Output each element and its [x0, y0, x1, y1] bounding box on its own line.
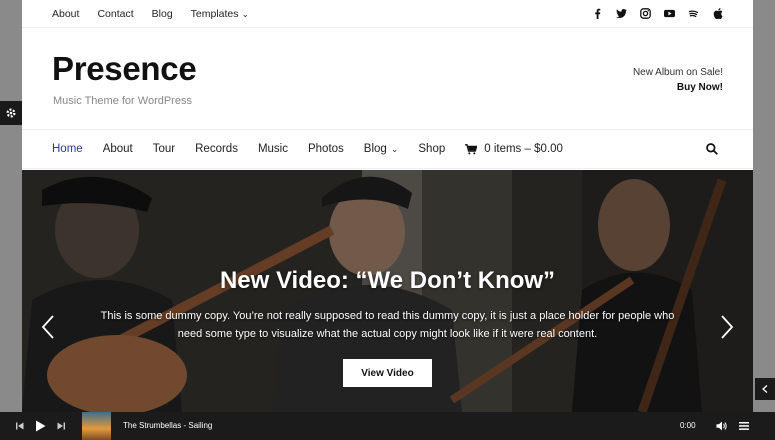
page: About Contact Blog Templates ⌄ Presence … [22, 0, 753, 412]
hero-slider: New Video: “We Don’t Know” This is some … [22, 170, 753, 412]
nav-item-photos[interactable]: Photos [308, 143, 344, 155]
instagram-icon[interactable] [640, 8, 651, 19]
nav-item-records[interactable]: Records [195, 143, 238, 155]
track-time: 0:00 [680, 421, 696, 430]
view-video-button[interactable]: View Video [343, 359, 432, 387]
twitter-icon[interactable] [616, 8, 627, 19]
spotify-icon[interactable] [688, 8, 699, 19]
site-tagline: Music Theme for WordPress [53, 95, 192, 107]
top-nav-templates[interactable]: Templates ⌄ [191, 8, 249, 20]
playlist-menu-icon[interactable] [739, 422, 749, 430]
nav-item-blog-label: Blog [363, 143, 387, 155]
nav-item-about[interactable]: About [103, 143, 133, 155]
social-icons [592, 8, 723, 19]
youtube-icon[interactable] [664, 8, 675, 19]
volume-icon[interactable] [716, 421, 727, 431]
nav-item-blog[interactable]: Blog ⌄ [364, 143, 399, 155]
search-icon[interactable] [705, 142, 719, 156]
album-artwork [82, 412, 111, 440]
apple-icon[interactable] [712, 8, 723, 19]
top-nav-contact[interactable]: Contact [97, 8, 133, 20]
nav-item-music[interactable]: Music [258, 143, 288, 155]
nav-item-shop[interactable]: Shop [418, 143, 445, 155]
slider-next-arrow-icon[interactable] [720, 315, 734, 339]
play-icon[interactable] [35, 420, 46, 432]
chevron-down-icon: ⌄ [390, 143, 399, 154]
previous-track-icon[interactable] [16, 422, 24, 430]
track-title: The Strumbellas - Sailing [123, 421, 213, 430]
buy-now-link[interactable]: Buy Now! [633, 80, 723, 95]
top-bar: About Contact Blog Templates ⌄ [22, 0, 753, 28]
top-nav: About Contact Blog Templates ⌄ [52, 8, 249, 20]
top-nav-about[interactable]: About [52, 8, 79, 20]
audio-player [0, 412, 775, 440]
promo-text: New Album on Sale! [632, 67, 723, 78]
hero-title: New Video: “We Don’t Know” [219, 267, 556, 294]
main-nav: Home About Tour Records Music Photos Blo… [22, 130, 753, 169]
side-panel-toggle[interactable] [755, 378, 775, 400]
nav-item-home[interactable]: Home [52, 143, 83, 155]
top-nav-blog[interactable]: Blog [152, 8, 173, 20]
cart-summary: 0 items – $0.00 [484, 143, 563, 155]
slider-prev-arrow-icon[interactable] [41, 315, 55, 339]
gear-icon [6, 108, 16, 118]
nav-item-tour[interactable]: Tour [153, 143, 175, 155]
header-promo: New Album on Sale! Buy Now! [633, 65, 723, 95]
facebook-icon[interactable] [592, 8, 603, 19]
next-track-icon[interactable] [57, 422, 65, 430]
cart-icon [465, 143, 478, 154]
top-nav-templates-label: Templates [190, 7, 239, 20]
cart-link[interactable]: 0 items – $0.00 [465, 143, 563, 155]
site-header: Presence Music Theme for WordPress New A… [22, 28, 753, 130]
site-title[interactable]: Presence [52, 50, 197, 88]
chevron-down-icon: ⌄ [241, 8, 250, 19]
settings-panel-toggle[interactable] [0, 101, 22, 125]
chevron-left-icon [762, 385, 768, 393]
hero-description: This is some dummy copy. You’re not real… [100, 310, 675, 340]
